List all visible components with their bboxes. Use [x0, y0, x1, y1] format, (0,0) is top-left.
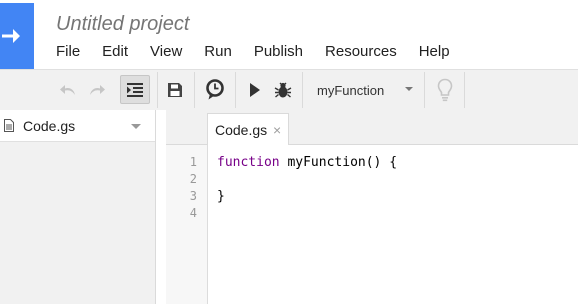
undo-button[interactable]	[56, 70, 80, 110]
triggers-clock-icon	[206, 79, 224, 100]
toolbar-separator	[424, 72, 425, 108]
apps-script-logo[interactable]	[0, 3, 34, 69]
toolbar-separator	[235, 72, 236, 108]
menu-bar: File Edit View Run Publish Resources Hel…	[45, 43, 461, 61]
line-number: 4	[189, 206, 197, 220]
code-keyword: function	[217, 155, 280, 170]
code-text: }	[217, 189, 225, 204]
code-line: }	[217, 188, 225, 205]
redo-button[interactable]	[85, 70, 109, 110]
run-play-icon	[250, 83, 260, 97]
menu-help[interactable]: Help	[408, 43, 461, 61]
function-select-value: myFunction	[317, 82, 385, 98]
tab-label: Code.gs	[215, 122, 268, 138]
menu-edit[interactable]: Edit	[91, 43, 139, 61]
code-text: myFunction() {	[279, 155, 398, 170]
menu-file[interactable]: File	[45, 43, 91, 61]
run-button[interactable]	[243, 70, 267, 110]
chevron-down-icon[interactable]	[131, 124, 141, 129]
debug-button[interactable]	[271, 70, 295, 110]
line-number: 3	[189, 189, 197, 203]
indent-icon	[127, 82, 143, 97]
code-editor[interactable]: function myFunction() { }	[208, 145, 578, 304]
menu-publish[interactable]: Publish	[243, 43, 314, 61]
menu-resources[interactable]: Resources	[314, 43, 408, 61]
code-line: function myFunction() {	[217, 154, 397, 171]
toolbar-separator	[464, 72, 465, 108]
close-icon[interactable]: ×	[273, 122, 281, 138]
toolbar-separator	[194, 72, 195, 108]
function-select[interactable]: myFunction	[309, 70, 417, 110]
editor-tab-strip: Code.gs ×	[166, 110, 578, 145]
menu-run[interactable]: Run	[193, 43, 243, 61]
chevron-down-icon	[405, 87, 413, 91]
toolbar: myFunction	[0, 69, 578, 111]
file-sidebar: Code.gs	[0, 110, 156, 304]
arrow-right-icon	[2, 29, 20, 43]
sidebar-item-code-gs[interactable]: Code.gs	[0, 110, 155, 142]
indent-toggle-button[interactable]	[120, 75, 150, 104]
debug-bug-icon	[274, 82, 292, 98]
line-number: 2	[189, 172, 197, 186]
undo-icon	[60, 85, 75, 95]
line-number: 1	[189, 155, 197, 169]
file-document-icon	[4, 119, 14, 132]
line-number-gutter: 1 2 3 4	[166, 145, 208, 304]
project-title[interactable]: Untitled project	[56, 12, 189, 36]
save-button[interactable]	[163, 70, 187, 110]
sidebar-item-label: Code.gs	[23, 118, 76, 134]
triggers-button[interactable]	[203, 70, 227, 110]
toolbar-separator	[302, 72, 303, 108]
redo-icon	[90, 85, 105, 95]
save-icon	[168, 83, 182, 97]
toolbar-separator	[157, 72, 158, 108]
tab-code-gs[interactable]: Code.gs ×	[207, 113, 289, 145]
sidebar-divider[interactable]	[156, 110, 166, 304]
menu-view[interactable]: View	[139, 43, 193, 61]
lightbulb-icon	[437, 78, 453, 102]
lightbulb-button[interactable]	[432, 70, 458, 110]
